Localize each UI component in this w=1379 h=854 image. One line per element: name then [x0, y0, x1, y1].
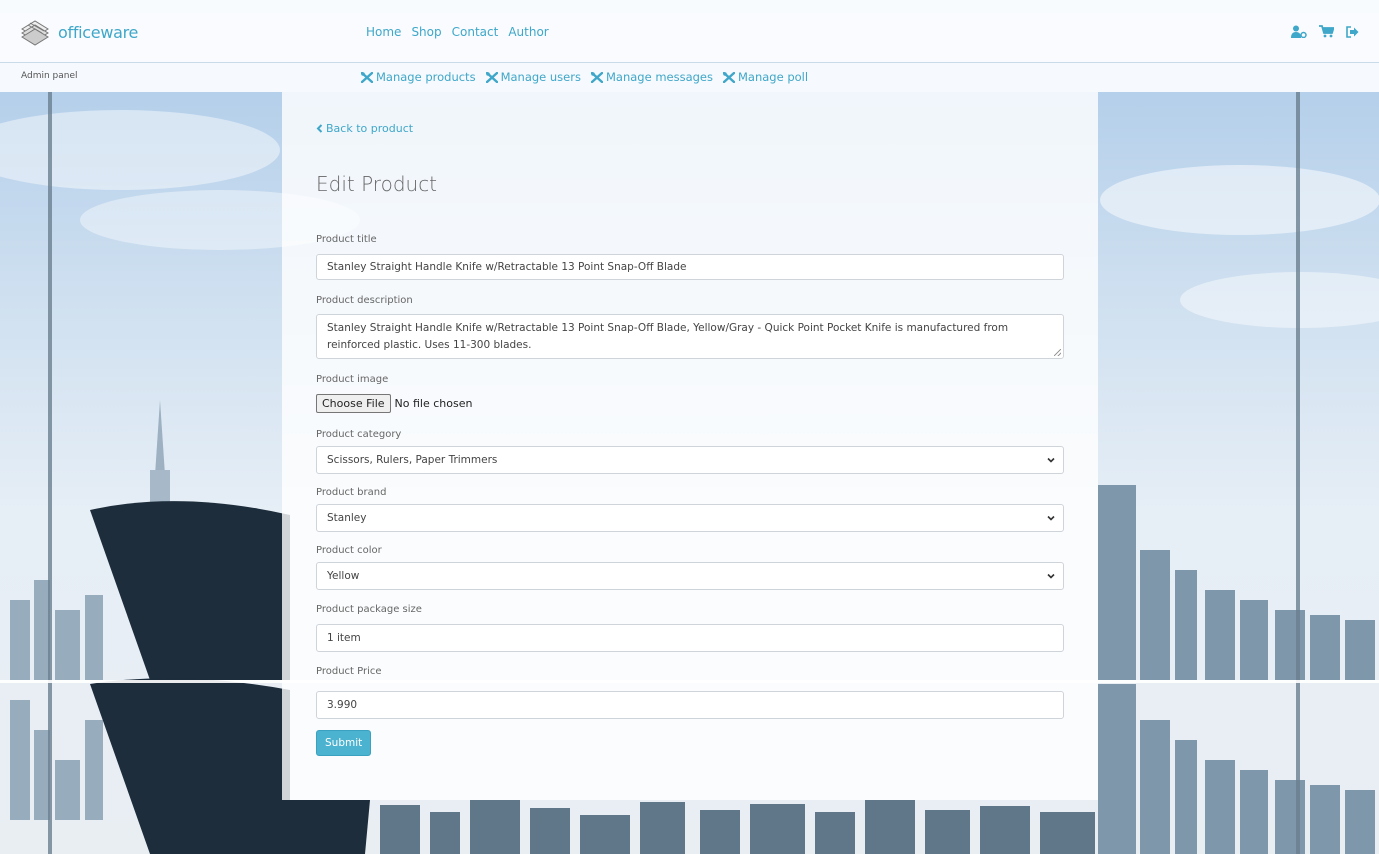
nav-author[interactable]: Author	[508, 25, 548, 39]
product-description-label: Product description	[316, 295, 413, 306]
top-navbar: officeware Home Shop Contact Author	[0, 0, 1379, 63]
tools-icon	[361, 71, 373, 83]
resize-grip-icon[interactable]	[1054, 349, 1061, 356]
back-link-label: Back to product	[326, 122, 414, 135]
product-description-value: Stanley Straight Handle Knife w/Retracta…	[327, 322, 1009, 351]
header-actions	[1291, 25, 1359, 38]
product-package-size-input[interactable]: 1 item	[316, 624, 1064, 652]
product-price-label: Product Price	[316, 666, 382, 677]
back-to-product-link[interactable]: Back to product	[316, 122, 413, 135]
product-price-value: 3.990	[327, 699, 358, 711]
product-package-size-value: 1 item	[327, 632, 361, 644]
product-description-textarea[interactable]: Stanley Straight Handle Knife w/Retracta…	[316, 314, 1064, 359]
admin-nav-label: Manage products	[376, 70, 476, 84]
nav-home[interactable]: Home	[366, 25, 401, 39]
brand[interactable]: officeware	[18, 14, 138, 50]
cart-icon[interactable]	[1319, 25, 1334, 38]
chevron-down-icon	[1047, 457, 1055, 463]
logout-icon[interactable]	[1346, 25, 1359, 38]
product-color-value: Yellow	[327, 570, 360, 582]
admin-panel-label: Admin panel	[21, 71, 78, 81]
edit-product-panel: Back to product Edit Product Product tit…	[282, 92, 1098, 800]
chevron-down-icon	[1047, 515, 1055, 521]
nav-shop[interactable]: Shop	[411, 25, 441, 39]
admin-nav-manage-poll[interactable]: Manage poll	[723, 70, 808, 84]
main-nav: Home Shop Contact Author	[366, 25, 549, 39]
product-image-label: Product image	[316, 374, 389, 385]
brand-name: officeware	[58, 22, 139, 42]
product-package-size-label: Product package size	[316, 604, 422, 615]
product-image-file-input: Choose File No file chosen	[316, 394, 472, 413]
product-title-input[interactable]: Stanley Straight Handle Knife w/Retracta…	[316, 254, 1064, 280]
admin-nav-label: Manage poll	[738, 70, 809, 84]
product-brand-select[interactable]: Stanley	[316, 504, 1064, 532]
tools-icon	[485, 71, 498, 83]
product-category-select[interactable]: Scissors, Rulers, Paper Trimmers	[316, 446, 1064, 474]
admin-nav-label: Manage messages	[605, 70, 713, 84]
logo-icon	[21, 20, 49, 46]
submit-button[interactable]: Submit	[316, 730, 372, 756]
choose-file-button[interactable]: Choose File	[316, 394, 391, 413]
product-title-value: Stanley Straight Handle Knife w/Retracta…	[327, 261, 687, 273]
product-category-value: Scissors, Rulers, Paper Trimmers	[327, 454, 498, 466]
admin-bar: Admin panel Manage products Manage users…	[0, 63, 1379, 92]
tools-icon	[723, 71, 735, 83]
product-price-input[interactable]: 3.990	[316, 691, 1064, 719]
admin-nav-manage-messages[interactable]: Manage messages	[590, 70, 713, 84]
product-category-label: Product category	[316, 429, 402, 440]
admin-nav-manage-products[interactable]: Manage products	[361, 70, 476, 84]
product-color-select[interactable]: Yellow	[316, 562, 1064, 590]
admin-nav: Manage products Manage users Manage mess…	[361, 70, 808, 84]
product-title-label: Product title	[316, 234, 377, 245]
chevron-down-icon	[1047, 573, 1055, 579]
admin-nav-label: Manage users	[500, 70, 581, 84]
tools-icon	[590, 71, 603, 83]
user-cog-icon[interactable]	[1291, 25, 1307, 38]
product-brand-label: Product brand	[316, 487, 387, 498]
file-status: No file chosen	[394, 397, 473, 410]
product-brand-value: Stanley	[327, 512, 367, 524]
chevron-left-icon	[316, 124, 323, 133]
product-color-label: Product color	[316, 545, 382, 556]
nav-contact[interactable]: Contact	[452, 25, 499, 39]
admin-nav-manage-users[interactable]: Manage users	[485, 70, 581, 84]
page-title: Edit Product	[316, 172, 438, 196]
